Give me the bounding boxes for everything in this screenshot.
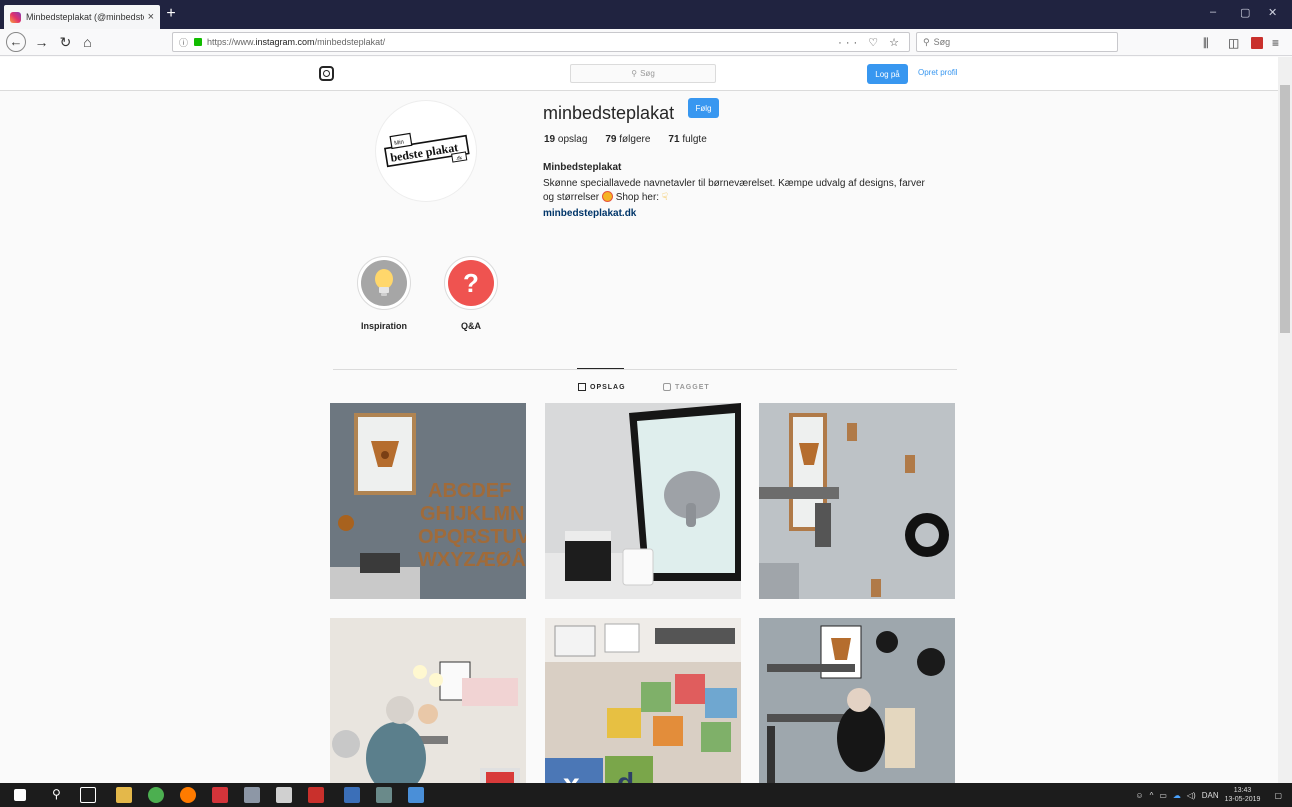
pointing-down-emoji-icon: ☟: [661, 192, 668, 203]
active-tab-indicator: [577, 368, 624, 369]
instagram-favicon-icon: [10, 11, 21, 23]
post-letters-line-3: OPQRSTUV: [418, 526, 526, 548]
stat-followers[interactable]: 79 følgere: [605, 134, 650, 145]
block-letter-x: x: [563, 768, 580, 783]
minbedsteplakat-logo: Min bedste plakat .dk: [384, 132, 470, 168]
post-letters-line-1: ABCDEF: [428, 480, 511, 502]
stat-posts[interactable]: 19 opslag: [544, 134, 587, 145]
post-thumbnail-3[interactable]: [759, 403, 955, 599]
highlight-inspiration[interactable]: Inspiration: [357, 256, 411, 331]
url-bar[interactable]: ⓘ https://www. instagram.com/minbedstepla…: [172, 32, 910, 52]
post-letters-line-2: GHIJKLMN: [420, 503, 524, 525]
instagram-page: ⚲ Søg Log på Opret profil Min bedste pla…: [0, 57, 1278, 783]
post-thumbnail-1[interactable]: ABCDEF GHIJKLMN OPQRSTUV WXYZÆØÅ: [330, 403, 526, 599]
chevron-up-icon[interactable]: ^: [1150, 791, 1154, 800]
follow-button[interactable]: Følg: [688, 98, 719, 118]
profile-bio: Skønne speciallavede navnetavler til bør…: [543, 178, 925, 203]
chrome-icon[interactable]: [148, 787, 164, 803]
instagram-header: ⚲ Søg Log på Opret profil: [0, 57, 1278, 91]
close-window-icon[interactable]: ✕: [1268, 6, 1277, 19]
heart-eyes-emoji-icon: [601, 191, 613, 202]
new-tab-button[interactable]: +: [162, 4, 180, 24]
highlight-qa[interactable]: ? Q&A: [444, 256, 498, 331]
signup-link[interactable]: Opret profil: [918, 68, 958, 77]
reload-icon[interactable]: ↻: [56, 33, 75, 52]
avatar: Min bedste plakat .dk: [375, 100, 477, 202]
app-icon-blue[interactable]: [344, 787, 360, 803]
search-input[interactable]: ⚲ Søg: [570, 64, 716, 83]
scrollbar-thumb[interactable]: [1280, 85, 1290, 333]
firefox-icon[interactable]: [180, 787, 196, 803]
url-prefix: https://www.: [207, 37, 256, 47]
app-icon-teal[interactable]: [376, 787, 392, 803]
post-thumbnail-4[interactable]: [330, 618, 526, 783]
maximize-icon[interactable]: ▢: [1240, 6, 1250, 19]
pdf-extension-icon[interactable]: [1251, 37, 1263, 49]
tabs-divider: [333, 369, 957, 370]
task-view-icon[interactable]: [80, 787, 96, 803]
browser-nav-bar: ← → ↻ ⌂ ⓘ https://www. instagram.com/minb…: [0, 29, 1292, 56]
file-explorer-icon[interactable]: [116, 787, 132, 803]
search-icon: ⚲: [923, 36, 930, 47]
page-actions-icons[interactable]: ··· ♡ ☆: [838, 36, 903, 49]
forward-arrow-icon[interactable]: →: [32, 33, 51, 52]
onedrive-icon[interactable]: ☁: [1173, 791, 1181, 800]
grid-icon: [578, 383, 586, 391]
windows-taskbar: ⚲ ☺ ^ ▭ ☁ ◁) DAN 13:43 13-05-2019 ▢: [0, 783, 1292, 807]
login-button[interactable]: Log på: [867, 64, 908, 84]
lock-icon: [194, 38, 203, 46]
stat-following[interactable]: 71 fulgte: [668, 134, 706, 145]
search-placeholder: Søg: [640, 69, 655, 78]
notifications-icon[interactable]: ▢: [1274, 791, 1282, 800]
browser-search-placeholder: Søg: [933, 37, 951, 47]
search-icon[interactable]: ⚲: [52, 787, 68, 803]
question-icon: ?: [448, 260, 494, 306]
tab-title: Minbedsteplakat (@minbedste: [26, 12, 144, 22]
browser-tab-bar: Minbedsteplakat (@minbedste × + – ▢ ✕: [0, 0, 1292, 29]
acrobat-icon[interactable]: [308, 787, 324, 803]
system-tray: ☺ ^ ▭ ☁ ◁) DAN 13:43 13-05-2019 ▢: [1135, 786, 1282, 804]
highlight-label: Q&A: [461, 321, 481, 331]
browser-search-input[interactable]: ⚲ Søg: [916, 32, 1118, 52]
post-thumbnail-2[interactable]: [545, 403, 741, 599]
app-icon-lightblue[interactable]: [408, 787, 424, 803]
volume-icon[interactable]: ◁): [1187, 791, 1196, 800]
profile-full-name: Minbedsteplakat: [543, 162, 622, 173]
minimize-icon[interactable]: –: [1210, 6, 1216, 18]
tab-posts[interactable]: OPSLAG: [578, 383, 626, 391]
app-icon-red[interactable]: [212, 787, 228, 803]
highlight-label: Inspiration: [360, 321, 407, 331]
windows-start-icon[interactable]: [14, 789, 26, 801]
network-icon[interactable]: ▭: [1159, 791, 1167, 800]
block-letter-d: d: [617, 767, 634, 783]
profile-username: minbedsteplakat: [543, 103, 675, 123]
language-indicator[interactable]: DAN: [1202, 791, 1219, 800]
url-host: instagram.com: [255, 37, 315, 47]
tab-close-icon[interactable]: ×: [148, 11, 154, 23]
app-icon-gray[interactable]: [244, 787, 260, 803]
back-arrow-icon[interactable]: ←: [6, 32, 26, 52]
search-icon: ⚲: [631, 69, 638, 78]
lightbulb-icon: [361, 260, 407, 306]
calculator-icon[interactable]: [276, 787, 292, 803]
browser-tab-instagram[interactable]: Minbedsteplakat (@minbedste ×: [4, 5, 160, 29]
post-thumbnail-6[interactable]: [759, 618, 955, 783]
menu-icon[interactable]: ≡: [1272, 36, 1279, 50]
tab-tagged[interactable]: TAGGET: [663, 383, 710, 391]
page-scrollbar[interactable]: [1278, 57, 1292, 783]
instagram-logo-icon[interactable]: [319, 66, 334, 81]
post-thumbnail-5[interactable]: x d b: [545, 618, 741, 783]
people-icon[interactable]: ☺: [1135, 791, 1143, 800]
url-path: /minbedsteplakat/: [314, 37, 386, 47]
profile-website-link[interactable]: minbedsteplakat.dk: [543, 208, 636, 219]
clock[interactable]: 13:43 13-05-2019: [1225, 786, 1261, 804]
sidebar-icon[interactable]: ◫: [1228, 36, 1239, 50]
info-icon[interactable]: ⓘ: [179, 36, 188, 49]
profile-stats: 19 opslag 79 følgere 71 fulgte: [544, 134, 707, 145]
home-icon[interactable]: ⌂: [78, 33, 97, 52]
library-icon[interactable]: ⫼: [1203, 36, 1209, 51]
tag-person-icon: [663, 383, 671, 391]
post-letters-line-4: WXYZÆØÅ: [418, 547, 526, 571]
